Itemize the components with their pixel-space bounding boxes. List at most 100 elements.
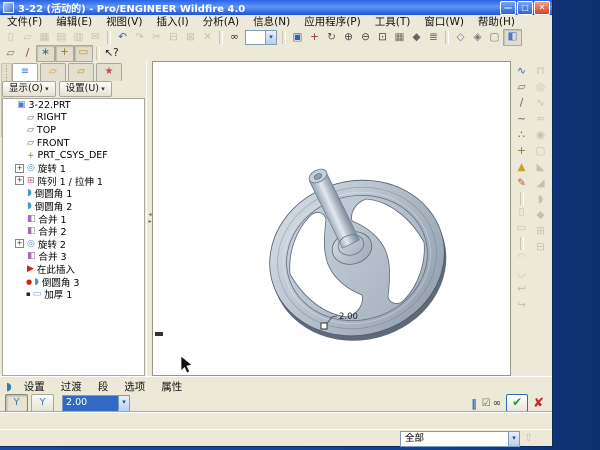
menu-item-7[interactable]: 工具(T) bbox=[368, 15, 418, 29]
search-button[interactable]: ∞ bbox=[226, 30, 243, 45]
datum-axes-toggle[interactable]: / bbox=[19, 46, 36, 61]
tab-folder-browser[interactable]: ▱ bbox=[40, 63, 66, 81]
csys-tool-button[interactable]: + bbox=[513, 144, 530, 160]
graphics-area[interactable]: 2.00 bbox=[152, 61, 511, 376]
chevron-down-icon[interactable] bbox=[265, 31, 276, 44]
zoom-out-button[interactable]: ⊖ bbox=[357, 30, 374, 45]
chevron-down-icon[interactable] bbox=[118, 396, 129, 411]
tab-favorites[interactable]: ★ bbox=[96, 63, 122, 81]
tree-item[interactable]: ◗倒圆角 2 bbox=[3, 200, 144, 213]
shaded-button[interactable]: ◧ bbox=[503, 29, 522, 46]
appearance-tool-button[interactable]: ✎ bbox=[513, 176, 530, 192]
no-hidden-button[interactable]: ▢ bbox=[486, 30, 503, 45]
orient-mode-button[interactable]: ↻ bbox=[323, 30, 340, 45]
cancel-button[interactable]: ✘ bbox=[533, 396, 544, 411]
expand-icon[interactable]: + bbox=[15, 239, 24, 248]
dashboard-tab-2[interactable]: 段 bbox=[90, 381, 117, 393]
spin-center-button[interactable]: + bbox=[306, 30, 323, 45]
csys-icon: + bbox=[27, 151, 35, 161]
selection-filter-combo[interactable]: 全部 bbox=[400, 431, 520, 447]
menu-item-9[interactable]: 帮助(H) bbox=[471, 15, 522, 29]
tree-item[interactable]: ▱RIGHT bbox=[3, 112, 144, 125]
title-bar[interactable]: 3-22 (活动的) - Pro/ENGINEER Wildfire 4.0 —… bbox=[0, 0, 552, 15]
tree-item[interactable]: ◧合并 3 bbox=[3, 250, 144, 263]
show-dropdown-button[interactable]: 显示(O) bbox=[2, 81, 56, 97]
dashboard-tab-3[interactable]: 选项 bbox=[116, 381, 153, 393]
wireframe-button[interactable]: ◇ bbox=[452, 30, 469, 45]
quick-search-combo[interactable] bbox=[245, 30, 277, 45]
separator bbox=[520, 237, 524, 250]
menu-item-0[interactable]: 文件(F) bbox=[0, 15, 49, 29]
named-views-button[interactable]: ▦ bbox=[391, 30, 408, 45]
chamfer-button: ◆ bbox=[532, 208, 549, 224]
tree-item[interactable]: ▶在此插入 bbox=[3, 263, 144, 276]
shell-button: ▢ bbox=[532, 144, 549, 160]
menu-item-1[interactable]: 编辑(E) bbox=[49, 15, 99, 29]
datum-axis-tool-button[interactable]: / bbox=[513, 96, 530, 112]
style-tool-button[interactable]: ∿ bbox=[513, 64, 530, 80]
tree-item[interactable]: +⊞阵列 1 / 拉伸 1 bbox=[3, 175, 144, 188]
menu-item-3[interactable]: 插入(I) bbox=[149, 15, 195, 29]
preview-checkbox[interactable]: ☑ bbox=[482, 398, 491, 409]
menu-item-5[interactable]: 信息(N) bbox=[246, 15, 297, 29]
set-mode-toggle[interactable]: Y bbox=[5, 394, 28, 412]
datum-point-icon: ∗ bbox=[41, 46, 50, 58]
tree-item[interactable]: ●◗倒圆角 3 bbox=[3, 275, 144, 288]
refit-button[interactable]: ⊡ bbox=[374, 30, 391, 45]
quick-search-combo-value[interactable] bbox=[246, 31, 265, 44]
tree-item[interactable]: ◧合并 1 bbox=[3, 212, 144, 225]
expand-icon[interactable]: + bbox=[15, 164, 24, 173]
csys-toggle[interactable]: + bbox=[55, 45, 74, 62]
tab-open-folder[interactable]: ▱ bbox=[68, 63, 94, 81]
menu-item-6[interactable]: 应用程序(P) bbox=[297, 15, 368, 29]
hidden-line-button[interactable]: ◈ bbox=[469, 30, 486, 45]
annotations-toggle[interactable]: ▭ bbox=[74, 45, 93, 62]
datum-plane-tool-button[interactable]: ▱ bbox=[513, 80, 530, 96]
settings-dropdown-button[interactable]: 设置(U) bbox=[59, 81, 112, 97]
curve-tool-button[interactable]: ~ bbox=[513, 112, 530, 128]
tree-item[interactable]: ▱TOP bbox=[3, 124, 144, 137]
tree-item[interactable]: ◗倒圆角 1 bbox=[3, 187, 144, 200]
dashboard-tab-4[interactable]: 属性 bbox=[153, 381, 190, 393]
tree-item[interactable]: ▣3-22.PRT bbox=[3, 99, 144, 112]
layers-button[interactable]: ≣ bbox=[425, 30, 442, 45]
datum-points-toggle[interactable]: ∗ bbox=[36, 45, 55, 62]
dimension-text[interactable]: 2.00 bbox=[339, 312, 358, 322]
pause-button[interactable]: ‖ bbox=[471, 397, 477, 410]
pattern-button: ⊞ bbox=[532, 224, 549, 240]
selection-filter-value[interactable]: 全部 bbox=[401, 432, 508, 446]
radius-value[interactable]: 2.00 bbox=[63, 396, 118, 411]
transition-mode-toggle[interactable]: Y bbox=[31, 394, 54, 412]
model-tree: ▣3-22.PRT▱RIGHT▱TOP▱FRONT+PRT_CSYS_DEF+◎… bbox=[2, 98, 145, 376]
close-button[interactable]: ✕ bbox=[534, 1, 550, 15]
tree-item[interactable]: +PRT_CSYS_DEF bbox=[3, 149, 144, 162]
repaint-button[interactable]: ▣ bbox=[289, 30, 306, 45]
maximize-button[interactable]: □ bbox=[517, 1, 533, 15]
tree-item[interactable]: ▱FRONT bbox=[3, 137, 144, 150]
zoom-in-button[interactable]: ⊕ bbox=[340, 30, 357, 45]
desktop: 3-22 (活动的) - Pro/ENGINEER Wildfire 4.0 —… bbox=[0, 0, 600, 450]
chevron-down-icon[interactable] bbox=[508, 432, 519, 446]
tree-item[interactable]: +◎旋转 2 bbox=[3, 238, 144, 251]
ok-button[interactable]: ✔ bbox=[506, 394, 528, 412]
analysis-tool-button[interactable]: ▲ bbox=[513, 160, 530, 176]
radius-drag-handle[interactable] bbox=[321, 323, 327, 329]
dashboard-tab-0[interactable]: 设置 bbox=[16, 381, 53, 393]
undo-button[interactable]: ↶ bbox=[114, 30, 131, 45]
handwheel-model[interactable] bbox=[252, 161, 464, 360]
tree-item[interactable]: ◧合并 2 bbox=[3, 225, 144, 238]
minimize-button[interactable]: — bbox=[500, 1, 516, 15]
context-help-button[interactable]: ↖? bbox=[103, 46, 120, 61]
tab-model-tree[interactable]: ≡ bbox=[12, 63, 38, 81]
menu-item-4[interactable]: 分析(A) bbox=[196, 15, 246, 29]
tree-item[interactable]: +◎旋转 1 bbox=[3, 162, 144, 175]
datum-point-tool-button[interactable]: ∴ bbox=[513, 128, 530, 144]
expand-icon[interactable]: + bbox=[15, 176, 24, 185]
radius-combo[interactable]: 2.00 bbox=[62, 395, 130, 412]
tree-item[interactable]: ▪▭加厚 1 bbox=[3, 288, 144, 301]
menu-item-8[interactable]: 窗口(W) bbox=[417, 15, 471, 29]
dashboard-tab-1[interactable]: 过渡 bbox=[53, 381, 90, 393]
menu-item-2[interactable]: 视图(V) bbox=[99, 15, 149, 29]
datum-planes-toggle[interactable]: ▱ bbox=[2, 46, 19, 61]
view-manager-button[interactable]: ◆ bbox=[408, 30, 425, 45]
